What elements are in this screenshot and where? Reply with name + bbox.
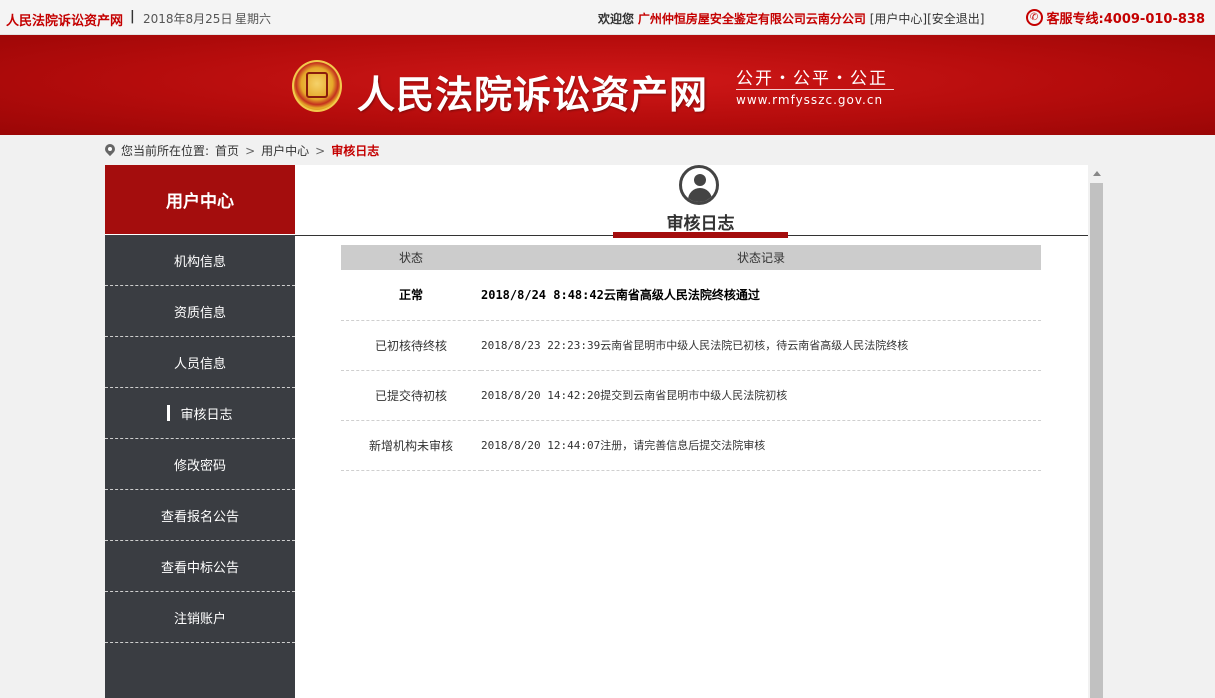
court-emblem-icon[interactable] — [292, 60, 342, 112]
brand-logo-text[interactable]: 人民法院诉讼资产网 — [357, 64, 708, 119]
breadcrumb: 您当前所在位置: 首页 > 用户中心 > 审核日志 — [105, 142, 379, 159]
user-avatar-icon — [679, 165, 719, 205]
org-name: 广州仲恒房屋安全鉴定有限公司云南分公司 — [637, 12, 866, 26]
row-record: 2018/8/24 8:48:42云南省高级人民法院终核通过 — [481, 270, 1041, 321]
sidebar-item-org-info[interactable]: 机构信息 — [105, 235, 295, 286]
sidebar: 用户中心 机构信息 资质信息 人员信息 审核日志 修改密码 查看报名公告 查看中… — [105, 165, 295, 698]
sidebar-item-label: 注销账户 — [173, 611, 226, 627]
active-indicator — [167, 405, 171, 421]
row-status: 已初核待终核 — [341, 320, 481, 371]
sidebar-item-change-password[interactable]: 修改密码 — [105, 439, 295, 490]
content-frame: 用户中心 机构信息 资质信息 人员信息 审核日志 修改密码 查看报名公告 查看中… — [105, 165, 1088, 698]
topbar-separator: | — [130, 9, 135, 24]
table-row: 已提交待初核 2018/8/20 14:42:20提交到云南省昆明市中级人民法院… — [341, 370, 1041, 421]
scroll-up-arrow-icon[interactable] — [1088, 165, 1105, 182]
title-underline — [613, 232, 788, 238]
main-panel: 审核日志 状态 状态记录 正常 2018/8/24 8:48:42云南省高级人民… — [295, 165, 1088, 698]
column-header-record: 状态记录 — [481, 245, 1041, 270]
row-record: 2018/8/20 12:44:07注册，请完善信息后提交法院审核 — [481, 420, 1041, 471]
welcome-label: 欢迎您 — [598, 12, 635, 26]
scrollbar-thumb[interactable] — [1090, 183, 1103, 698]
sidebar-item-label: 查看报名公告 — [160, 509, 239, 525]
page-title: 审核日志 — [666, 214, 735, 234]
breadcrumb-arrow: > — [315, 143, 326, 158]
row-record: 2018/8/23 22:23:39云南省昆明市中级人民法院已初核，待云南省高级… — [481, 320, 1041, 371]
phone-icon: ✆ — [1025, 9, 1043, 26]
row-status: 新增机构未审核 — [341, 420, 481, 471]
sidebar-item-label: 修改密码 — [173, 458, 226, 474]
sidebar-item-label: 审核日志 — [180, 407, 233, 423]
slogan: 公开・公平・公正 — [736, 69, 888, 89]
site-domain: www.rmfysszc.gov.cn — [736, 93, 884, 107]
sidebar-item-qualification[interactable]: 资质信息 — [105, 286, 295, 337]
sidebar-item-label: 查看中标公告 — [160, 560, 239, 576]
breadcrumb-arrow: > — [245, 143, 256, 158]
breadcrumb-user-center[interactable]: 用户中心 — [261, 142, 309, 159]
sidebar-item-label: 机构信息 — [173, 254, 226, 270]
sidebar-item-label: 人员信息 — [173, 356, 226, 372]
table-header-row: 状态 状态记录 — [341, 245, 1041, 270]
breadcrumb-home[interactable]: 首页 — [215, 142, 239, 159]
sidebar-item-audit-log[interactable]: 审核日志 — [105, 388, 295, 439]
sidebar-item-label: 资质信息 — [173, 305, 226, 321]
sidebar-title: 用户中心 — [105, 165, 295, 235]
sidebar-item-award-notices[interactable]: 查看中标公告 — [105, 541, 295, 592]
top-bar: 人民法院诉讼资产网 | 2018年8月25日 星期六 欢迎您 广州仲恒房屋安全鉴… — [0, 0, 1215, 35]
current-date: 2018年8月25日 — [143, 12, 233, 26]
hotline-text: 客服专线:4009-010-838 — [1046, 12, 1205, 27]
breadcrumb-prefix: 您当前所在位置: — [121, 144, 210, 158]
slogan-divider — [736, 89, 894, 90]
table-row: 正常 2018/8/24 8:48:42云南省高级人民法院终核通过 — [341, 270, 1041, 321]
audit-log-table: 状态 状态记录 正常 2018/8/24 8:48:42云南省高级人民法院终核通… — [341, 245, 1041, 471]
sidebar-item-registration-notices[interactable]: 查看报名公告 — [105, 490, 295, 541]
sidebar-item-personnel[interactable]: 人员信息 — [105, 337, 295, 388]
logout-link[interactable]: [安全退出] — [927, 12, 984, 26]
user-center-link[interactable]: [用户中心] — [870, 12, 927, 26]
row-record: 2018/8/20 14:42:20提交到云南省昆明市中级人民法院初核 — [481, 370, 1041, 421]
sidebar-item-cancel-account[interactable]: 注销账户 — [105, 592, 295, 643]
table-row: 已初核待终核 2018/8/23 22:23:39云南省昆明市中级人民法院已初核… — [341, 320, 1041, 371]
row-status: 正常 — [341, 270, 481, 321]
column-header-status: 状态 — [341, 245, 481, 270]
header-banner: 人民法院诉讼资产网 公开・公平・公正 www.rmfysszc.gov.cn — [0, 35, 1215, 135]
current-weekday: 星期六 — [235, 12, 272, 26]
location-pin-icon — [105, 144, 115, 157]
vertical-scrollbar[interactable] — [1088, 165, 1105, 698]
table-row: 新增机构未审核 2018/8/20 12:44:07注册，请完善信息后提交法院审… — [341, 420, 1041, 471]
welcome-message: 欢迎您 广州仲恒房屋安全鉴定有限公司云南分公司 [用户中心][安全退出] — [598, 10, 984, 27]
breadcrumb-current: 审核日志 — [331, 144, 380, 158]
row-status: 已提交待初核 — [341, 370, 481, 421]
customer-hotline: ✆ 客服专线:4009-010-838 — [1025, 8, 1205, 27]
site-name-link[interactable]: 人民法院诉讼资产网 — [6, 10, 123, 29]
